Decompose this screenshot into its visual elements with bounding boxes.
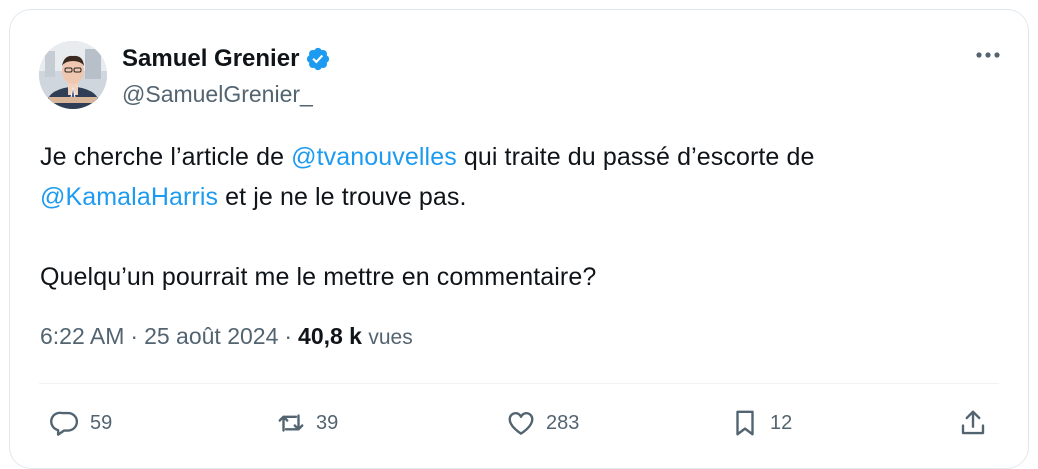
avatar[interactable] — [39, 41, 107, 109]
tweet-text-segment: qui traite du passé d’escorte de — [456, 143, 815, 171]
reply-icon — [50, 411, 79, 436]
tweet-line-3: Quelqu’un pourrait me le mettre en comme… — [40, 263, 597, 291]
bookmark-count: 12 — [770, 411, 793, 434]
meta-separator: · — [130, 323, 139, 349]
author-handle[interactable]: @SamuelGrenier_ — [122, 81, 313, 108]
like-count: 283 — [546, 411, 580, 434]
avatar-image — [39, 41, 107, 109]
tweet-text: Je cherche l’article de @tvanouvelles qu… — [40, 137, 990, 297]
repost-icon — [278, 414, 304, 432]
tweet-text-segment: et je ne le trouve pas. — [218, 183, 467, 211]
meta-separator: · — [284, 323, 293, 349]
tweet-line-1: Je cherche l’article de @tvanouvelles qu… — [40, 137, 990, 177]
author-name[interactable]: Samuel Grenier — [122, 45, 299, 73]
author-row: Samuel Grenier — [122, 45, 331, 73]
tweet-line-2: @KamalaHarris et je ne le trouve pas. — [40, 177, 990, 217]
mention-tvanouvelles[interactable]: @tvanouvelles — [291, 143, 457, 171]
repost-button[interactable]: 39 — [276, 408, 338, 438]
tweet-time[interactable]: 6:22 AM — [40, 323, 124, 349]
bookmark-icon — [736, 410, 754, 436]
verified-badge-icon — [307, 47, 330, 71]
bookmark-button[interactable]: 12 — [730, 408, 792, 438]
mention-kamalaharris[interactable]: @KamalaHarris — [40, 183, 218, 211]
tweet-date[interactable]: 25 août 2024 — [144, 323, 278, 349]
tweet-card: Samuel Grenier @SamuelGrenier_ Je cherch… — [9, 9, 1029, 469]
more-icon[interactable] — [973, 45, 1003, 65]
share-button[interactable] — [958, 408, 988, 438]
like-button[interactable]: 283 — [506, 408, 579, 438]
views-label: vues — [368, 326, 413, 349]
repost-count: 39 — [316, 411, 339, 434]
divider — [39, 383, 999, 384]
reply-button[interactable]: 59 — [50, 408, 112, 438]
heart-icon — [508, 412, 534, 435]
views-count: 40,8 k — [298, 323, 362, 349]
tweet-text-segment: Je cherche l’article de — [40, 143, 292, 171]
share-icon — [961, 410, 985, 435]
reply-count: 59 — [90, 411, 113, 434]
tweet-meta: 6:22 AM · 25 août 2024 · 40,8 k vues — [40, 323, 413, 350]
